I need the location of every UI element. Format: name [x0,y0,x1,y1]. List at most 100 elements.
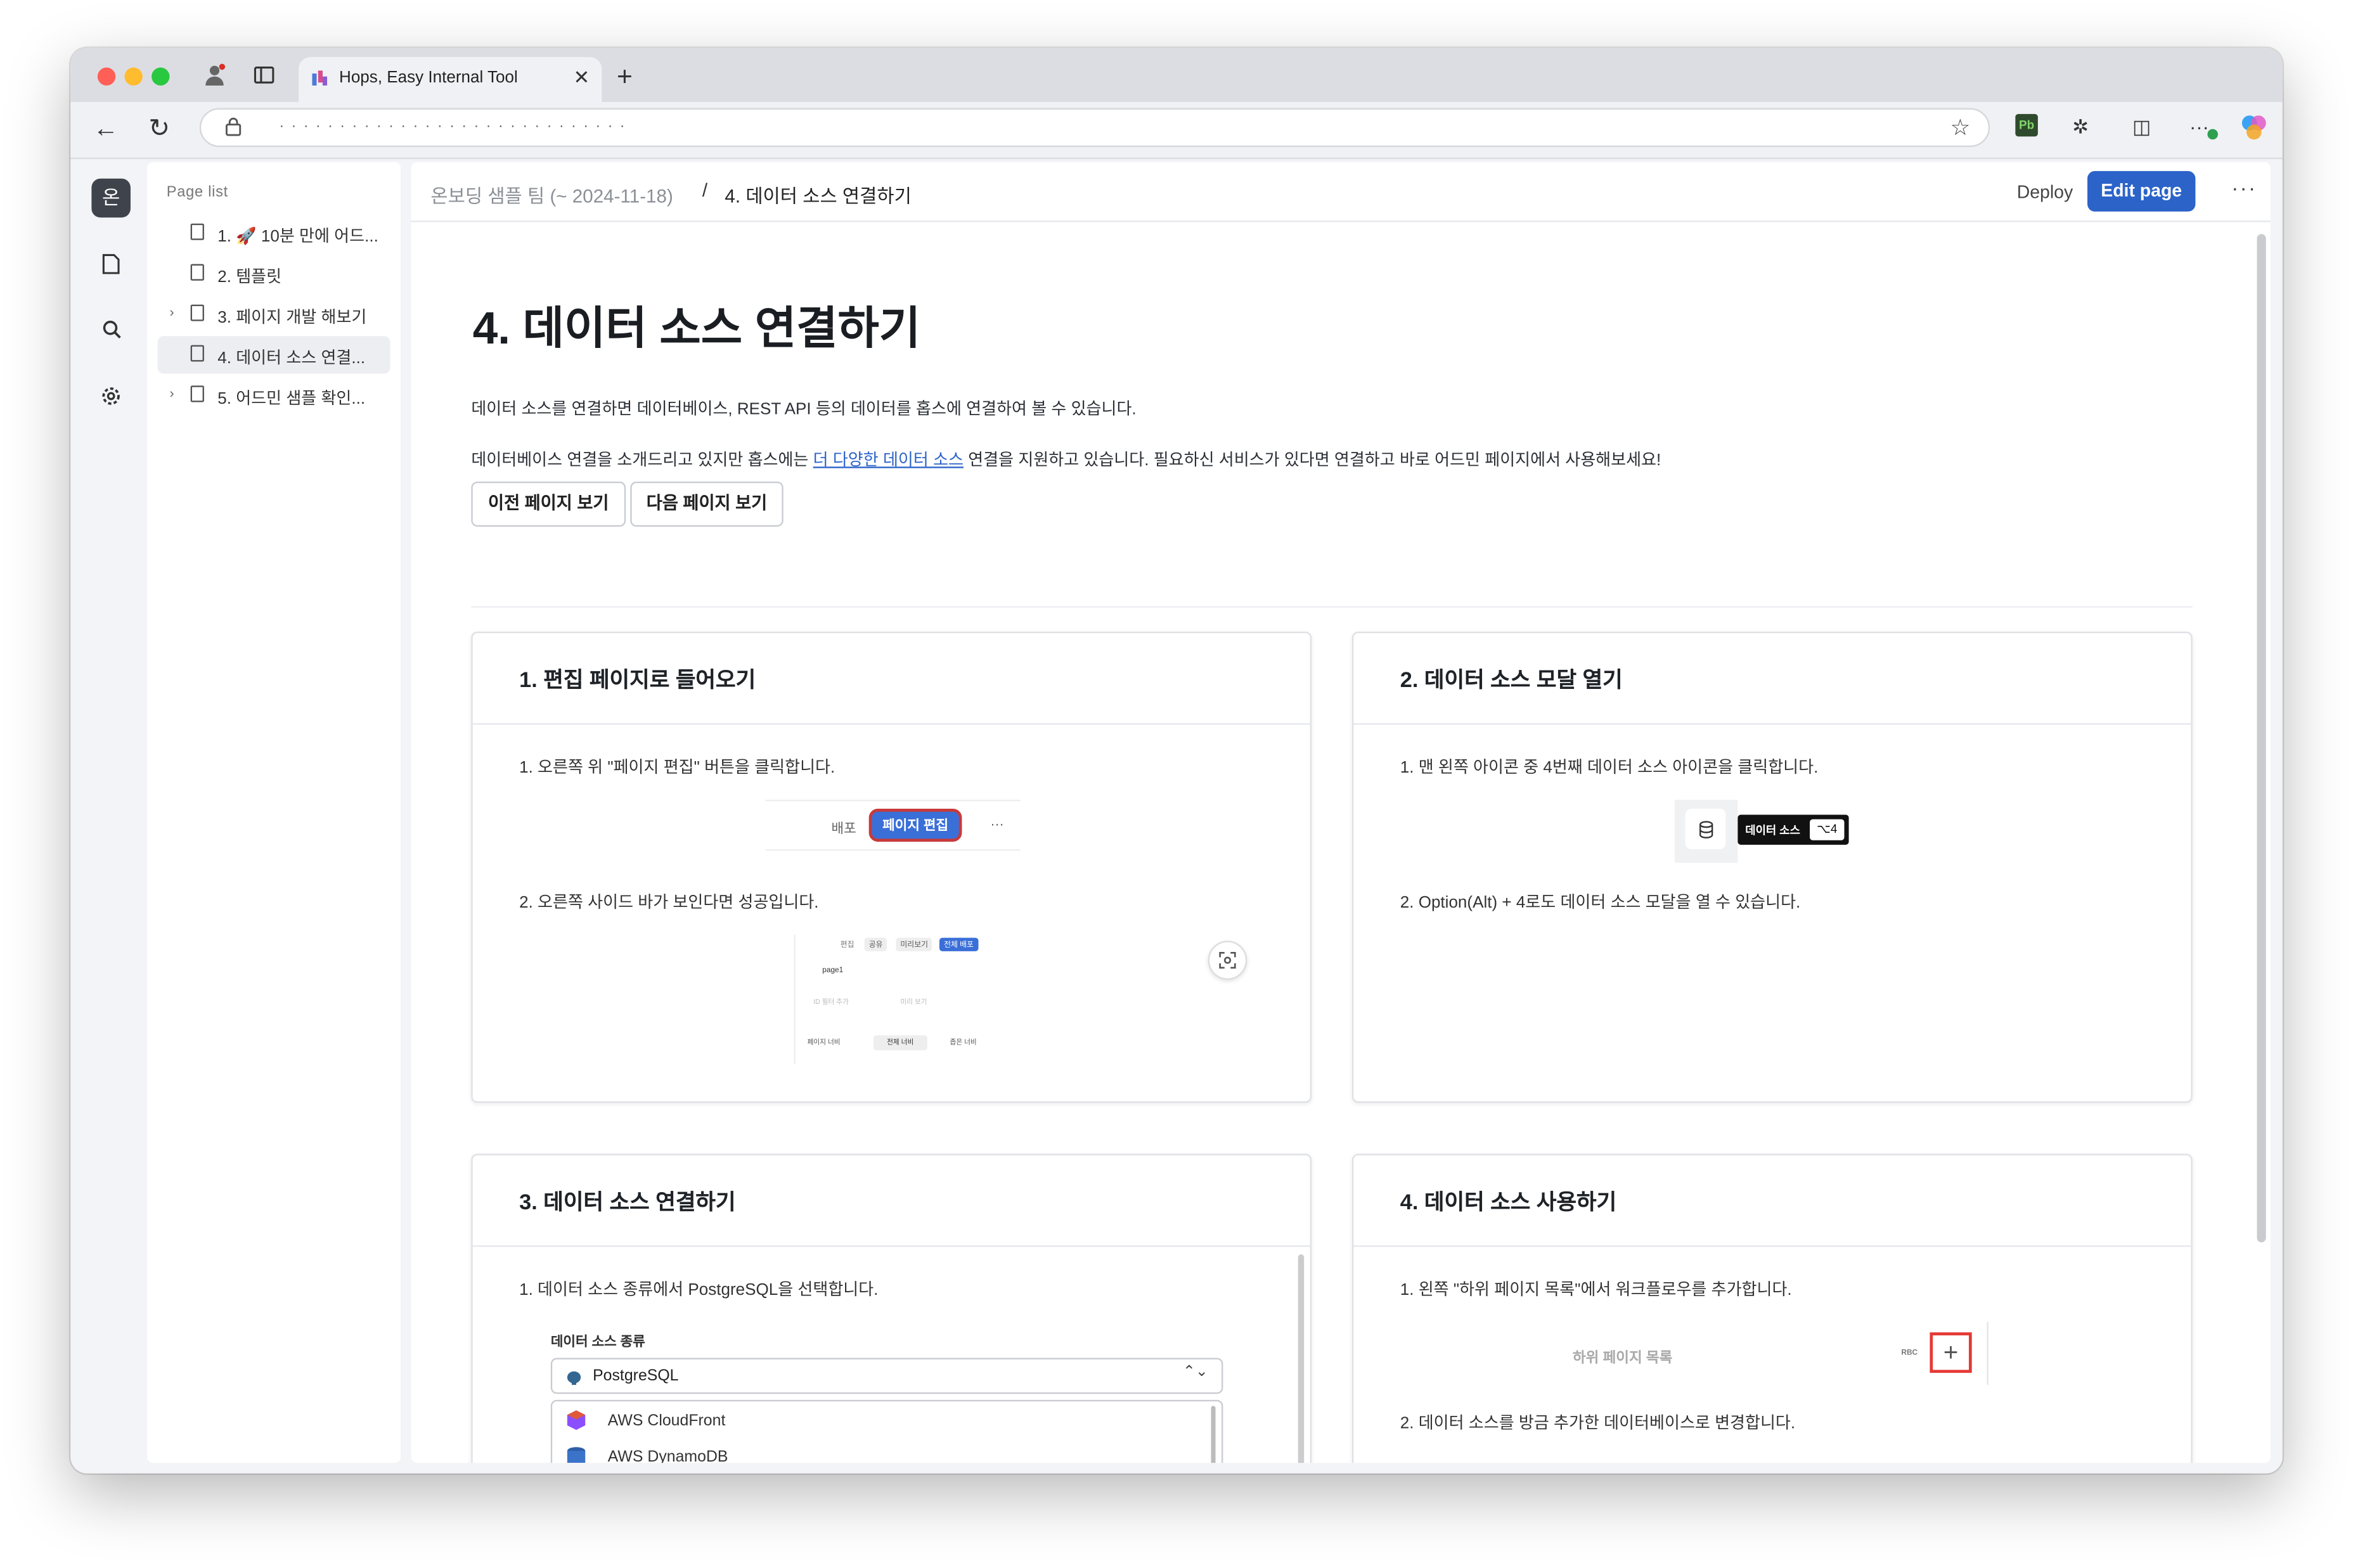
split-view-icon[interactable]: ◫ [2132,115,2151,139]
option-aws-cloudfront[interactable]: AWS CloudFront [552,1404,1222,1437]
main-content: 온보딩 샘플 팀 (~ 2024-11-18) / 4. 데이터 소스 연결하기… [411,162,2271,1463]
card-title: 2. 데이터 소스 모달 열기 [1400,669,1623,693]
close-window-button[interactable] [97,67,116,86]
tab-title: Hops, Easy Internal Tool [339,68,518,87]
option-label: AWS CloudFront [607,1411,726,1430]
search-icon[interactable] [91,311,131,350]
database-icon [1685,809,1726,849]
page-list-item[interactable]: 2. 템플릿 [158,255,390,292]
mock-deploy-label: 배포 [831,820,856,836]
options-scrollbar[interactable] [1211,1406,1216,1463]
mock-subpage-label: 하위 페이지 목록 [1572,1350,1673,1367]
edit-page-button[interactable]: Edit page [2087,170,2196,212]
chevron-right-icon[interactable]: › [170,305,174,320]
page-list-item-label: 3. 페이지 개발 해보기 [217,309,367,328]
document-icon [190,223,204,240]
breadcrumb-page: 4. 데이터 소스 연결하기 [725,186,912,207]
update-badge-icon [2207,129,2218,140]
mini-page: page1 [822,966,844,975]
document-icon [190,304,204,321]
aws-dynamodb-icon [565,1446,586,1463]
reload-icon[interactable]: ↻ [148,114,170,144]
page-header: 온보딩 샘플 팀 (~ 2024-11-18) / 4. 데이터 소스 연결하기… [411,162,2271,222]
subpage-list-screenshot: 하위 페이지 목록 RBC + [1564,1321,1989,1385]
breadcrumb-separator: / [702,180,708,202]
team-avatar[interactable]: 온 [91,178,131,218]
step-text: 1. 오른쪽 위 "페이지 편집" 버튼을 클릭합니다. [519,759,835,778]
add-workflow-icon: + [1930,1332,1972,1373]
pages-icon[interactable] [91,245,131,284]
mini-tab: 전체 배포 [939,937,979,951]
chevron-updown-icon: ⌃⌄ [1183,1363,1208,1380]
deploy-button[interactable]: Deploy [2017,181,2073,202]
tab-actions-icon[interactable] [254,65,274,90]
page-scrollbar[interactable] [2257,234,2266,1243]
mini-row: 미리 보기 [900,998,927,1006]
lock-icon[interactable] [225,117,242,145]
document-icon [190,345,204,362]
tab-hops[interactable]: Hops, Easy Internal Tool ✕ [299,56,602,102]
page-list-item-active[interactable]: 4. 데이터 소스 연결... [157,336,390,374]
datasource-type-select[interactable]: PostgreSQL ⌃⌄ [550,1358,1223,1394]
browser-window: Hops, Easy Internal Tool ✕ + ← ↻ · · · ·… [70,48,2283,1474]
extension-pb-icon[interactable]: Pb [2015,113,2038,137]
hops-favicon-icon [312,70,328,86]
page-list-item[interactable]: 1. 🚀 10분 만에 어드... [158,215,390,252]
tab-bar: Hops, Easy Internal Tool ✕ + [70,48,2283,102]
page-title: 4. 데이터 소스 연결하기 [472,304,921,354]
prev-page-button[interactable]: 이전 페이지 보기 [471,481,626,527]
option-aws-dynamodb[interactable]: AWS DynamoDB [552,1441,1222,1463]
browser-menu-icon[interactable]: ··· [2189,115,2209,138]
mini-tab: 미리보기 [896,937,933,951]
breadcrumb-team[interactable]: 온보딩 샘플 팀 (~ 2024-11-18) [430,180,673,209]
copilot-icon[interactable] [2240,114,2267,148]
datasource-icon-screenshot [1674,799,1738,863]
mock-tag: RBC [1901,1349,1918,1358]
app-area: 온 Page list 1. 🚀 10분 만에 어드... 2. 템플릿 › 3… [70,160,2283,1474]
card-header: 2. 데이터 소스 모달 열기 [1353,633,2191,725]
next-page-button[interactable]: 다음 페이지 보기 [630,481,783,527]
mini-bottom: 페이지 너비 [807,1038,841,1046]
step-text: 2. 데이터 소스를 방금 추가한 데이터베이스로 변경합니다. [1400,1415,1796,1433]
chevron-right-icon[interactable]: › [170,385,174,401]
minimize-window-button[interactable] [124,67,143,86]
page-list-panel: Page list 1. 🚀 10분 만에 어드... 2. 템플릿 › 3. … [147,162,401,1463]
step-text: 2. Option(Alt) + 4로도 데이터 소스 모달을 열 수 있습니다… [1400,894,1801,913]
field-label: 데이터 소스 종류 [550,1333,645,1349]
card-title: 3. 데이터 소스 연결하기 [519,1191,736,1216]
card-header: 1. 편집 페이지로 들어오기 [472,633,1310,725]
step-card-1: 1. 편집 페이지로 들어오기 1. 오른쪽 위 "페이지 편집" 버튼을 클릭… [471,631,1312,1103]
settings-gear-icon[interactable] [91,376,131,416]
back-arrow-icon[interactable]: ← [93,114,119,144]
document-icon [190,385,204,402]
intro-paragraph-2: 데이터베이스 연결을 소개드리고 있지만 홉스에는 더 다양한 데이터 소스 연… [471,447,1661,471]
card-header: 3. 데이터 소스 연결하기 [472,1155,1310,1247]
url-text: · · · · · · · · · · · · · · · · · · · · … [279,119,627,136]
address-bar[interactable]: · · · · · · · · · · · · · · · · · · · · … [199,108,1990,148]
card-title: 4. 데이터 소스 사용하기 [1400,1191,1617,1216]
browser-toolbar: ← ↻ · · · · · · · · · · · · · · · · · · … [70,101,2283,159]
card-scrollbar[interactable] [1298,1254,1305,1463]
page-list-item[interactable]: › 5. 어드민 샘플 확인... [158,376,390,414]
extensions-puzzle-icon[interactable]: ✲ [2072,115,2089,139]
mini-bottom: 전체 너비 [873,1035,927,1051]
card-header: 4. 데이터 소스 사용하기 [1353,1155,2191,1247]
step-text: 1. 데이터 소스 종류에서 PostgreSQL을 선택합니다. [519,1281,879,1300]
postgresql-icon [565,1367,582,1394]
card-title: 1. 편집 페이지로 들어오기 [519,669,756,693]
edit-button-screenshot: 배포 페이지 편집 ··· [765,799,1021,851]
page-list-item[interactable]: › 3. 페이지 개발 해보기 [158,295,390,333]
profile-icon[interactable] [203,63,227,91]
mini-tab: 편집 [840,941,854,950]
data-sources-link[interactable]: 더 다양한 데이터 소스 [813,452,964,470]
datasource-options-list: AWS CloudFront AWS DynamoDB [550,1399,1223,1463]
more-options-icon[interactable]: ··· [2231,176,2257,200]
mini-bottom: 좁은 너비 [950,1038,977,1046]
close-tab-icon[interactable]: ✕ [574,66,590,90]
page-list-item-label: 5. 어드민 샘플 확인... [217,390,366,408]
new-tab-button[interactable]: + [617,61,633,93]
maximize-window-button[interactable] [151,67,170,86]
screenshot-capture-icon[interactable] [1208,941,1247,980]
divider [471,606,2193,608]
bookmark-star-icon[interactable]: ☆ [1950,114,1970,141]
